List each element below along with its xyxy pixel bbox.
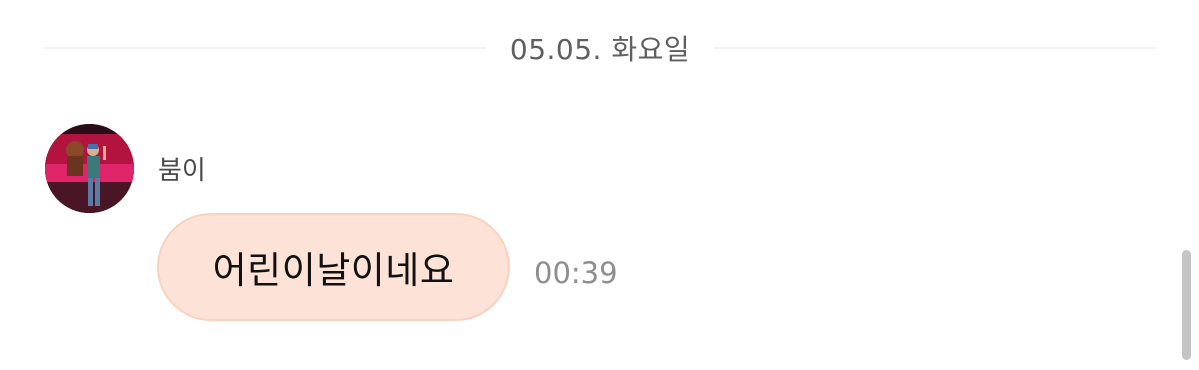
message-bubble[interactable]: 어린이날이네요 [157, 213, 510, 321]
date-divider: 05.05. 화요일 [44, 28, 1156, 68]
sender-name: 붐이 [158, 156, 206, 186]
divider-line-right [714, 47, 1156, 49]
message-text: 어린이날이네요 [212, 249, 455, 292]
profile-photo-icon [45, 124, 134, 213]
avatar[interactable] [45, 124, 134, 213]
scrollbar-thumb[interactable] [1182, 250, 1191, 360]
divider-line-left [44, 47, 486, 49]
date-label: 05.05. 화요일 [509, 33, 691, 66]
message-time: 00:39 [534, 256, 618, 290]
